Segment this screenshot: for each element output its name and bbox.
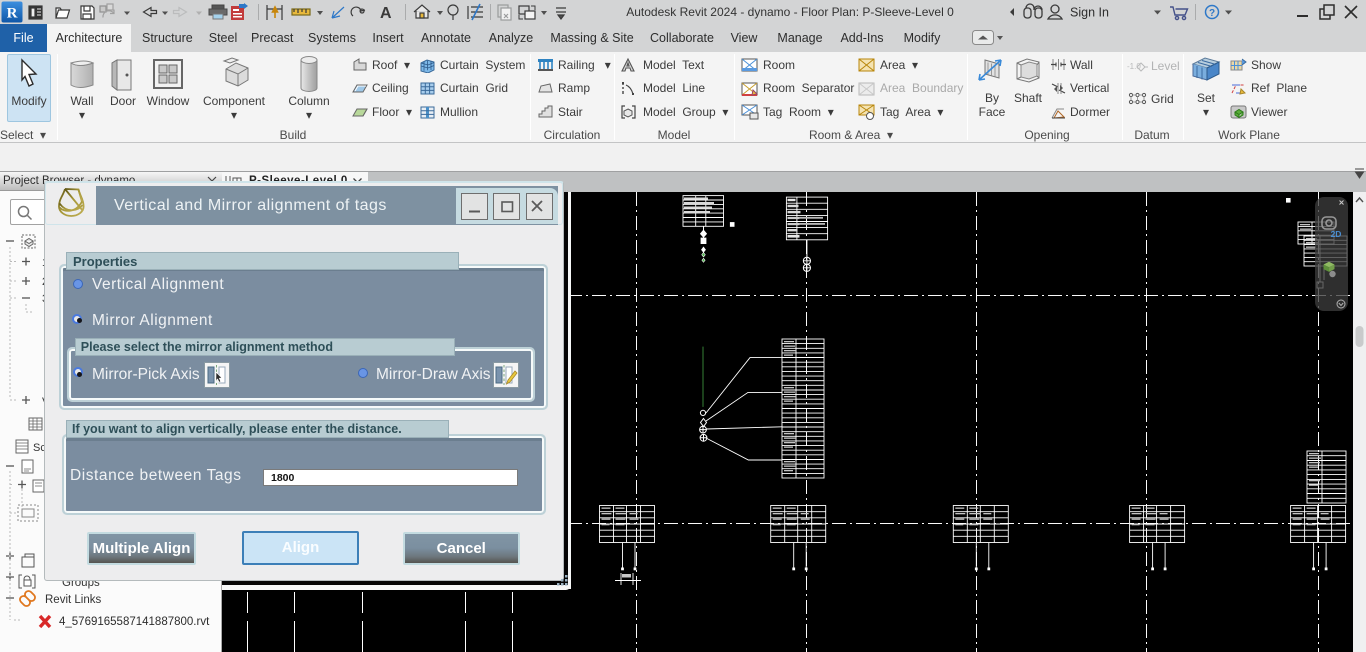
svg-text:Revit Links: Revit Links (45, 594, 101, 606)
svg-text:2D: 2D (1330, 229, 1341, 239)
svg-text:A: A (380, 5, 392, 22)
svg-text:?: ? (1209, 8, 1215, 19)
svg-text:R: R (7, 6, 18, 22)
svg-text:4_5769165587141887800.rvt: 4_5769165587141887800.rvt (59, 616, 210, 628)
svg-text:Sign In: Sign In (1070, 6, 1109, 20)
